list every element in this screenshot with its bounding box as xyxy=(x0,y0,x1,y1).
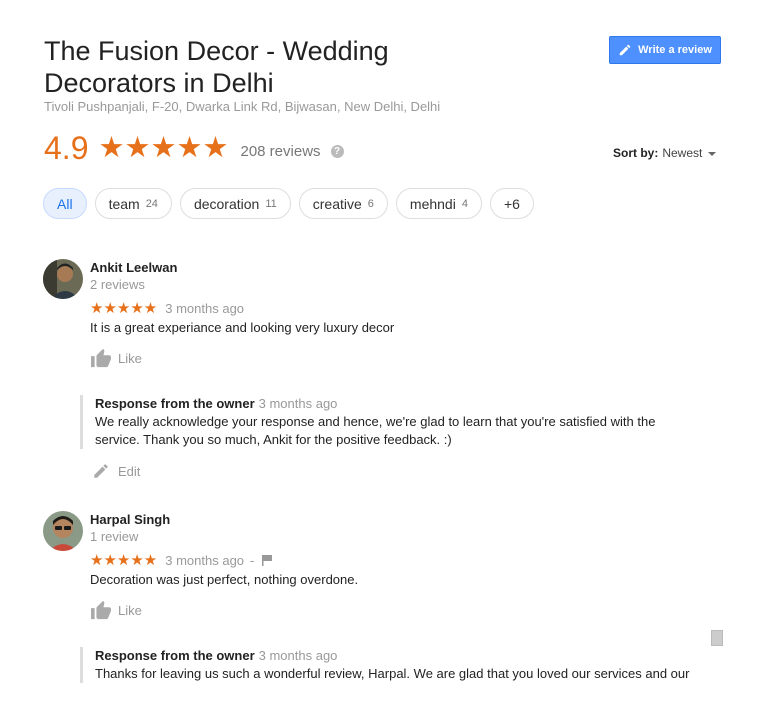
response-title: Response from the owner xyxy=(95,396,255,411)
avatar[interactable] xyxy=(43,259,83,299)
chip-more[interactable]: +6 xyxy=(489,188,534,219)
chevron-down-icon xyxy=(708,151,717,156)
chip-mehndi[interactable]: mehndi 4 xyxy=(395,188,482,219)
review-text: Decoration was just perfect, nothing ove… xyxy=(90,572,359,587)
review-count[interactable]: 208 reviews xyxy=(240,143,320,160)
review-stars: ★★★★★ xyxy=(90,300,158,317)
pencil-icon xyxy=(94,464,108,478)
response-text: We really acknowledge your response and … xyxy=(95,414,656,447)
review-rating-row: ★★★★★ 3 months ago xyxy=(90,299,244,317)
review-text: It is a great experiance and looking ver… xyxy=(90,320,395,335)
reviewer-name[interactable]: Ankit Leelwan xyxy=(90,260,177,275)
chip-creative[interactable]: creative 6 xyxy=(298,188,388,219)
chip-label: mehndi xyxy=(409,195,456,212)
response-text: Thanks for leaving us such a wonderful r… xyxy=(95,666,690,681)
edit-label: Edit xyxy=(118,463,141,479)
avatar[interactable] xyxy=(43,511,83,551)
chip-label: creative xyxy=(312,195,362,212)
rating-summary: 4.9 ★★★★★ 208 reviews ? xyxy=(44,130,344,166)
avatar-photo xyxy=(43,259,83,299)
sort-label: Sort by: xyxy=(613,146,659,160)
sort-dropdown[interactable]: Sort by: Newest xyxy=(613,146,717,160)
avatar-photo xyxy=(43,511,83,551)
chip-count: 24 xyxy=(145,197,158,210)
write-review-button[interactable]: Write a review xyxy=(609,36,721,64)
response-title: Response from the owner xyxy=(95,648,255,663)
reviewer-review-count: 2 reviews xyxy=(90,277,145,292)
chip-label: +6 xyxy=(503,195,520,212)
sort-value: Newest xyxy=(662,146,703,160)
chip-count: 4 xyxy=(461,197,468,210)
review-time: 3 months ago xyxy=(165,300,245,316)
pencil-icon xyxy=(619,44,631,56)
business-title: The Fusion Decor - Wedding Decorators in… xyxy=(44,36,389,98)
owner-response: Response from the owner 3 months ago Than… xyxy=(80,647,695,683)
edit-response-button[interactable]: Edit xyxy=(92,462,140,480)
write-review-label: Write a review xyxy=(638,44,712,56)
scrollbar-thumb[interactable] xyxy=(711,630,723,646)
like-label: Like xyxy=(118,350,142,366)
reviewer-review-count: 1 review xyxy=(90,529,139,544)
chip-label: All xyxy=(57,195,73,212)
flag-icon[interactable] xyxy=(262,554,273,566)
review-stars: ★★★★★ xyxy=(90,552,158,569)
chip-decoration[interactable]: decoration 11 xyxy=(179,188,291,219)
chip-label: decoration xyxy=(193,195,260,212)
response-time: 3 months ago xyxy=(258,648,338,663)
thumbs-up-icon xyxy=(91,348,111,368)
chip-count: 11 xyxy=(265,197,277,210)
like-button[interactable]: Like xyxy=(90,600,142,620)
review-rating-row: ★★★★★ 3 months ago - xyxy=(90,551,273,569)
chip-team[interactable]: team 24 xyxy=(94,188,172,219)
owner-response: Response from the owner 3 months ago We r… xyxy=(80,395,695,449)
chip-label: team xyxy=(108,195,140,212)
business-address: Tivoli Pushpanjali, F-20, Dwarka Link Rd… xyxy=(44,99,441,114)
chip-all[interactable]: All xyxy=(43,188,87,219)
like-button[interactable]: Like xyxy=(90,348,142,368)
thumbs-up-icon xyxy=(91,600,111,620)
rating-value: 4.9 xyxy=(44,130,89,166)
review-time: 3 months ago xyxy=(165,552,245,568)
like-label: Like xyxy=(118,602,142,618)
chip-count: 6 xyxy=(367,197,374,210)
topic-filter-chips: All team 24 decoration 11 creative 6 mehndi… xyxy=(43,188,534,219)
reviewer-name[interactable]: Harpal Singh xyxy=(90,512,170,527)
rating-stars: ★★★★★ xyxy=(98,132,229,164)
help-icon[interactable]: ? xyxy=(330,144,344,158)
separator: - xyxy=(250,552,255,568)
response-time: 3 months ago xyxy=(258,396,338,411)
